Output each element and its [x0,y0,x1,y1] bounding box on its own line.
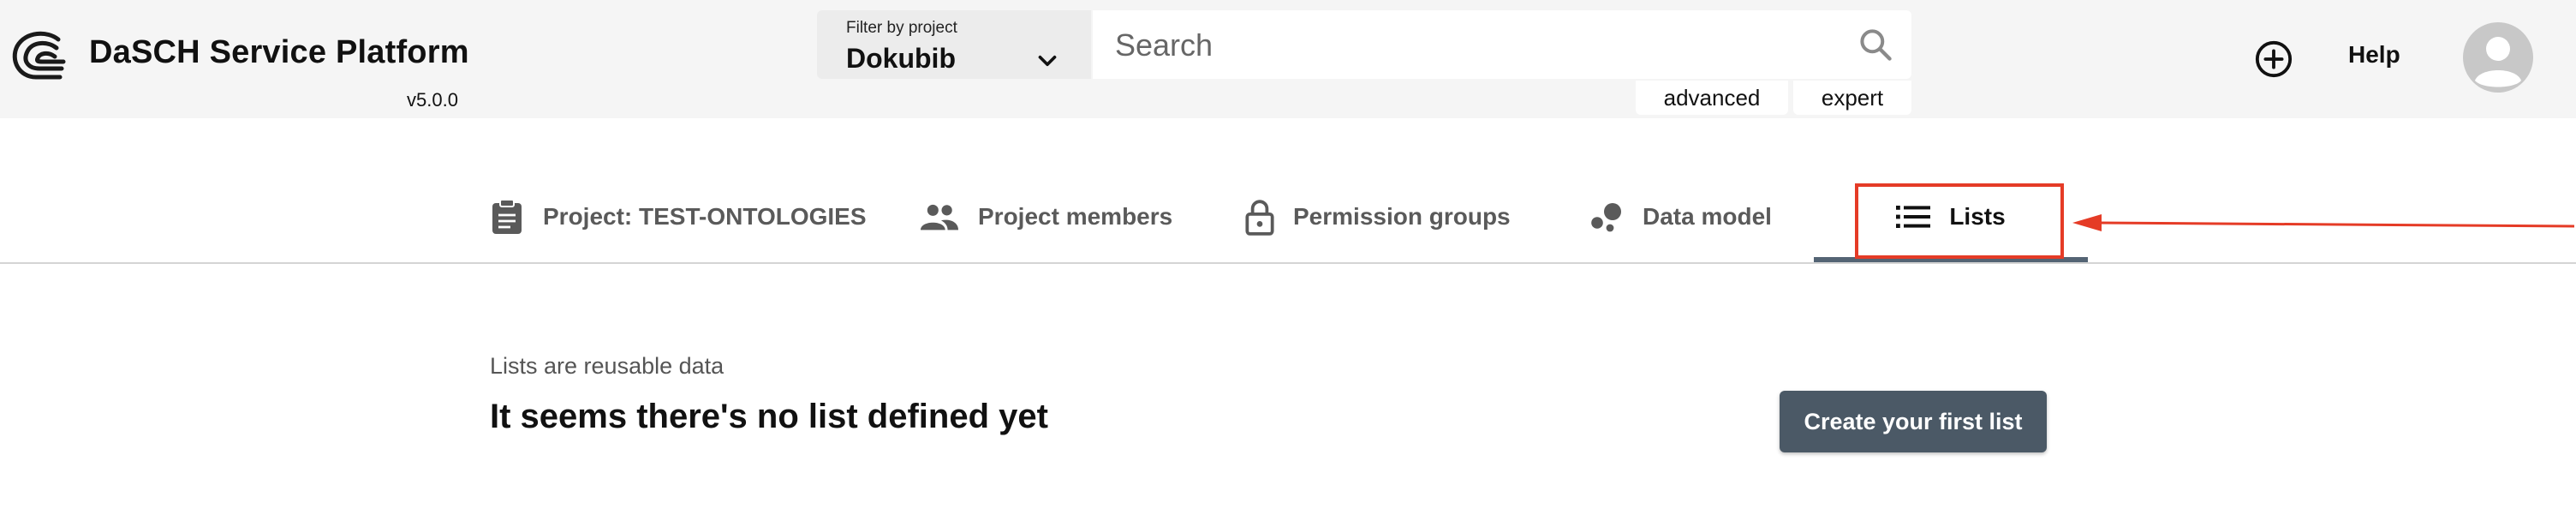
filter-selected-value: Dokubib [846,43,956,74]
filter-label: Filter by project [846,19,957,37]
lock-icon [1245,200,1274,236]
annotation-arrow [2072,214,2575,231]
bubble-chart-icon [1591,203,1621,232]
dasch-logo-icon[interactable] [7,24,74,91]
project-filter-select[interactable]: Filter by project Dokubib [817,10,1091,79]
tab-permissions[interactable]: Permission groups [1245,171,1511,262]
advanced-search-button[interactable]: advanced [1636,81,1788,115]
create-list-button[interactable]: Create your first list [1780,391,2047,452]
search-box [1093,10,1911,79]
expert-search-button[interactable]: expert [1793,81,1911,115]
search-input[interactable] [1113,21,1836,70]
empty-state-title: It seems there's no list defined yet [490,398,1048,435]
tab-project[interactable]: Project: TEST-ONTOLOGIES [490,171,867,262]
tab-permissions-label: Permission groups [1293,203,1511,230]
search-icon[interactable] [1857,26,1894,63]
user-avatar-icon[interactable] [2463,22,2533,93]
chevron-down-icon [1038,55,1057,67]
clipboard-icon [492,199,522,234]
people-icon [920,204,959,231]
top-header: DaSCH Service Platform v5.0.0 Filter by … [0,0,2576,118]
help-link[interactable]: Help [2348,41,2400,69]
tab-members[interactable]: Project members [920,171,1172,262]
tab-data-model[interactable]: Data model [1589,171,1772,262]
version-label: v5.0.0 [407,89,458,111]
lists-description: Lists are reusable data [490,353,724,379]
add-circle-icon[interactable] [2254,39,2293,79]
tab-data-model-label: Data model [1643,203,1772,230]
tab-project-label: Project: TEST-ONTOLOGIES [543,203,867,230]
annotation-highlight-box [1855,183,2064,259]
tab-members-label: Project members [978,203,1173,230]
app-title[interactable]: DaSCH Service Platform [89,34,469,71]
